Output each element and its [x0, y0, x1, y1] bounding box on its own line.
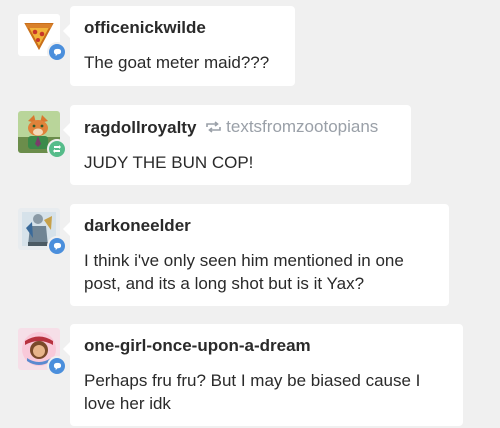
reply-icon: [47, 356, 67, 376]
note-header: ragdollroyalty textsfromzootopians: [84, 117, 397, 138]
reblog-icon: [47, 139, 67, 159]
pizza-slice-avatar[interactable]: [18, 14, 67, 62]
princess-badge-avatar[interactable]: [18, 328, 67, 376]
note-text: JUDY THE BUN COP!: [84, 153, 254, 172]
note-text: Perhaps fru fru? But I may be biased cau…: [84, 371, 421, 413]
username[interactable]: one-girl-once-upon-a-dream: [84, 336, 449, 356]
fox-character-avatar[interactable]: [18, 111, 67, 159]
note-text: I think i've only seen him mentioned in …: [84, 251, 404, 293]
reblog-arrows-icon: [206, 121, 221, 133]
username[interactable]: officenickwilde: [84, 18, 281, 38]
username[interactable]: ragdollroyalty: [84, 118, 196, 137]
note-bubble: one-girl-once-upon-a-dream Perhaps fru f…: [63, 324, 463, 426]
username[interactable]: darkoneelder: [84, 216, 435, 236]
reblog-source-username[interactable]: textsfromzootopians: [226, 117, 378, 137]
reblog-info: textsfromzootopians: [205, 117, 378, 137]
note-bubble: officenickwilde The goat meter maid???: [63, 6, 295, 86]
note-text: The goat meter maid???: [84, 53, 270, 72]
note-bubble: darkoneelder I think i've only seen him …: [63, 204, 449, 306]
note-bubble: ragdollroyalty textsfromzootopians JUDY …: [63, 105, 411, 185]
sketch-figure-avatar[interactable]: [18, 208, 67, 256]
reply-icon: [47, 236, 67, 256]
reply-icon: [47, 42, 67, 62]
